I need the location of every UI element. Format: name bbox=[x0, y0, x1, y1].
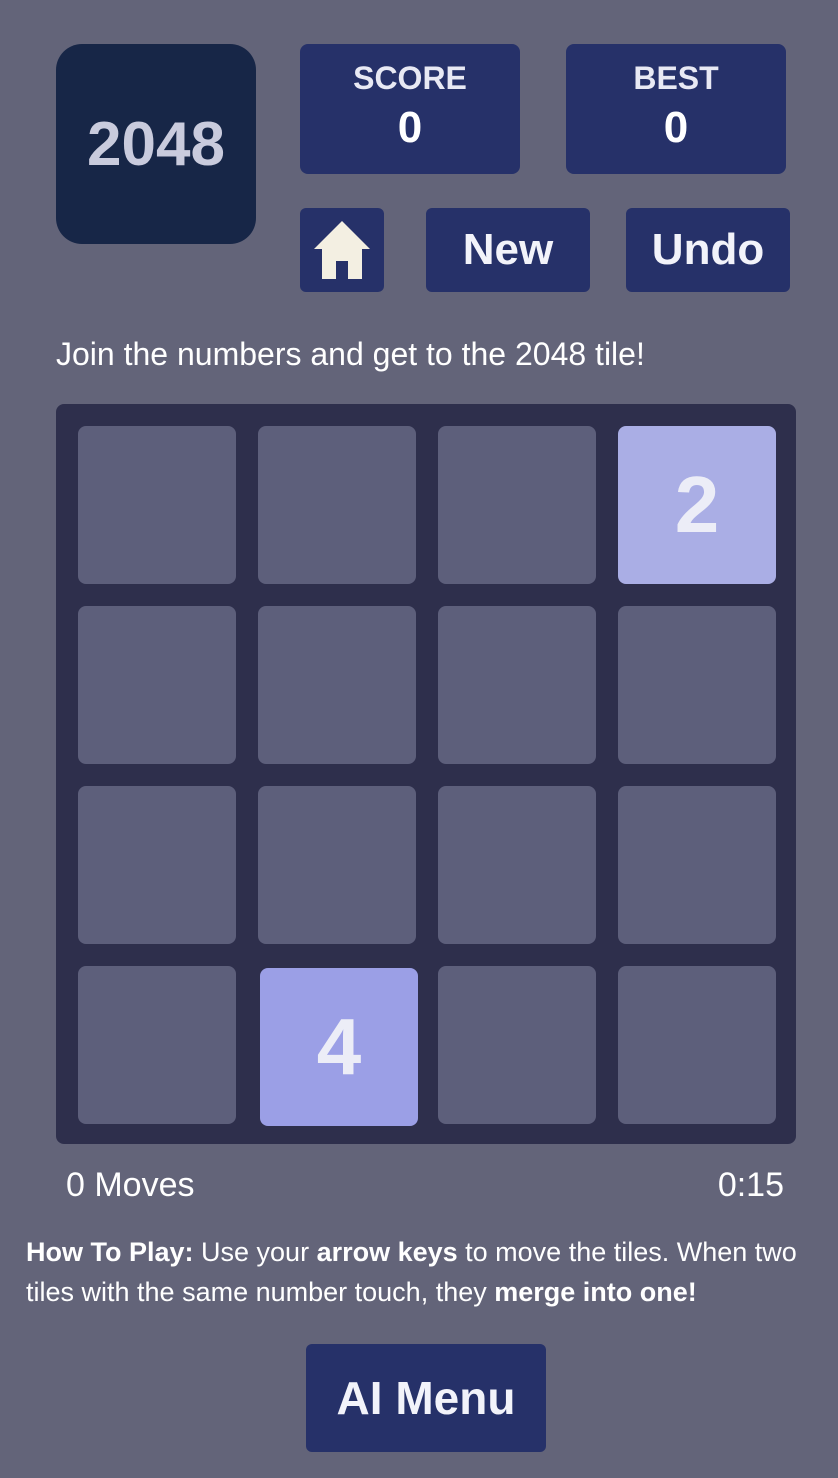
board-cell bbox=[78, 786, 236, 944]
moves-counter: 0 Moves bbox=[66, 1166, 195, 1204]
board-cell bbox=[258, 786, 416, 944]
board-cell bbox=[78, 606, 236, 764]
score-label: SCORE bbox=[353, 60, 467, 96]
home-button[interactable] bbox=[300, 208, 384, 292]
board-cell bbox=[618, 606, 776, 764]
tile-2: 2 bbox=[618, 426, 776, 584]
best-value: 0 bbox=[663, 103, 689, 152]
board-cell bbox=[438, 426, 596, 584]
how-to-play: How To Play: Use your arrow keys to move… bbox=[26, 1232, 826, 1312]
how-to-play-title: How To Play: bbox=[26, 1237, 194, 1267]
tagline: Join the numbers and get to the 2048 til… bbox=[56, 336, 645, 372]
game-board[interactable]: 2 4 bbox=[56, 404, 796, 1144]
score-box: SCORE 0 bbox=[300, 44, 520, 174]
home-icon bbox=[314, 221, 370, 279]
score-value: 0 bbox=[397, 103, 423, 152]
board-cell bbox=[438, 606, 596, 764]
new-game-button[interactable]: New bbox=[426, 208, 590, 292]
board-cell bbox=[258, 426, 416, 584]
best-box: BEST 0 bbox=[566, 44, 786, 174]
board-cell bbox=[438, 966, 596, 1124]
undo-button[interactable]: Undo bbox=[626, 208, 790, 292]
board-cell bbox=[438, 786, 596, 944]
ai-menu-button[interactable]: AI Menu bbox=[306, 1344, 546, 1452]
merge-emphasis: merge into one! bbox=[494, 1277, 697, 1307]
how-to-play-text: Use your bbox=[193, 1237, 317, 1267]
board-cell bbox=[258, 606, 416, 764]
board-cell bbox=[78, 966, 236, 1124]
timer: 0:15 bbox=[717, 1166, 784, 1204]
arrow-keys-emphasis: arrow keys bbox=[316, 1237, 458, 1267]
tile-4: 4 bbox=[260, 968, 418, 1126]
board-cell bbox=[78, 426, 236, 584]
best-label: BEST bbox=[633, 60, 719, 96]
board-cell bbox=[618, 966, 776, 1124]
board-cell bbox=[618, 786, 776, 944]
game-logo: 2048 bbox=[56, 44, 256, 244]
